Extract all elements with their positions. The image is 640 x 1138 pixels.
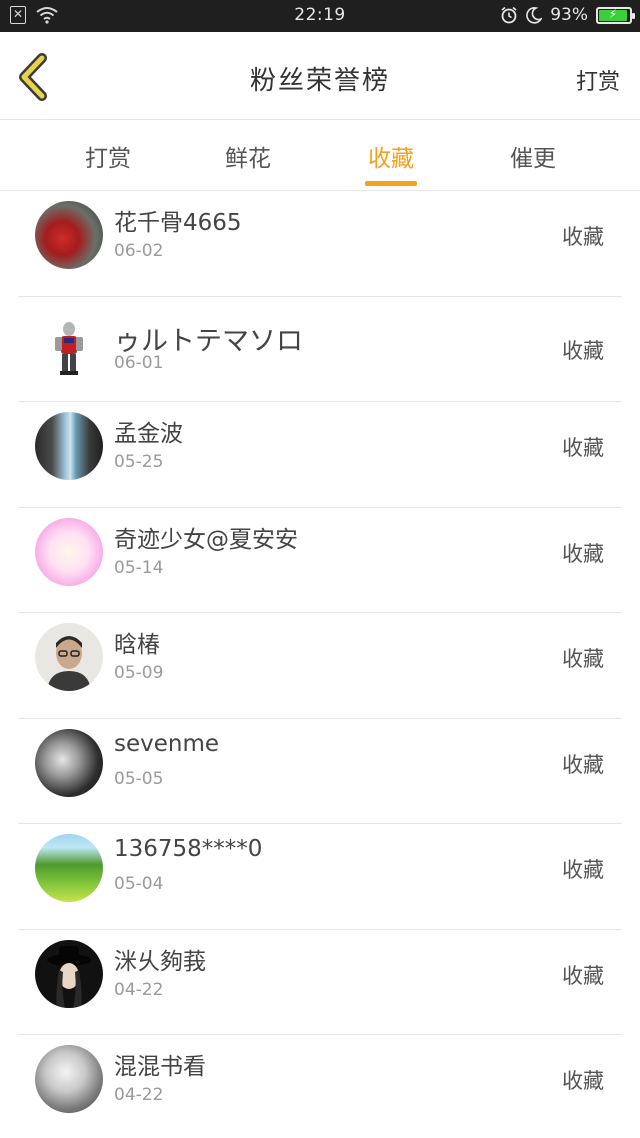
fan-date: 04-22 [114, 979, 164, 1000]
fan-name: 晗椿 [114, 632, 160, 658]
hat-person-photo-icon [47, 945, 91, 1008]
list-item[interactable]: 晗椿 05-09 收藏 [18, 613, 622, 719]
avatar [35, 517, 103, 586]
fan-name: sevenme [114, 730, 220, 757]
avatar [35, 412, 103, 480]
avatar [35, 623, 103, 691]
tab-urge-update[interactable]: 催更 [483, 139, 583, 173]
nav-bar: 粉丝荣誉榜 打赏 [0, 32, 640, 120]
fan-action: 收藏 [562, 541, 604, 566]
fan-date: 04-22 [114, 1085, 164, 1105]
tab-label: 鲜花 [225, 146, 271, 172]
fan-name: 混混书看 [114, 1054, 206, 1080]
fan-date: 05-14 [114, 557, 164, 578]
ultraman-figure-icon [55, 321, 83, 375]
avatar [35, 1045, 103, 1113]
tab-reward[interactable]: 打赏 [58, 139, 158, 173]
fan-action: 收藏 [562, 752, 604, 777]
active-tab-indicator [365, 181, 417, 186]
battery-percent: 93% [550, 5, 588, 25]
tab-flowers[interactable]: 鲜花 [198, 139, 298, 173]
status-bar: ✕ 22:19 93% ⚡ [0, 0, 640, 32]
fan-action: 收藏 [562, 436, 604, 460]
list-item[interactable]: ゥルトテマソロ 06-01 收藏 [18, 297, 622, 402]
tab-label: 催更 [510, 146, 556, 172]
fan-action: 收藏 [562, 1069, 604, 1093]
battery-charging-icon: ⚡ [596, 6, 635, 24]
tab-bar: 打赏 鲜花 收藏 催更 [0, 121, 640, 191]
tab-favorites[interactable]: 收藏 [341, 139, 441, 186]
avatar [35, 834, 103, 902]
fan-date: 05-04 [114, 874, 164, 894]
moon-icon [526, 7, 543, 24]
tab-label: 打赏 [85, 146, 131, 172]
avatar [35, 312, 103, 381]
fan-action: 收藏 [562, 963, 604, 988]
fan-action: 收藏 [562, 338, 604, 363]
fan-list: 花千骨4665 06-02 收藏 ゥルトテマソロ 06-01 收藏 孟金波 05… [0, 191, 640, 1138]
list-item[interactable]: sevenme 05-05 收藏 [18, 719, 622, 824]
list-item[interactable]: 花千骨4665 06-02 收藏 [18, 191, 622, 297]
fan-date: 06-01 [114, 352, 164, 373]
list-item[interactable]: 136758****0 05-04 收藏 [18, 824, 622, 930]
fan-action: 收藏 [562, 858, 604, 882]
alarm-icon [501, 6, 517, 24]
avatar [35, 939, 103, 1008]
fan-name: 奇迹少女@夏安安 [114, 526, 298, 553]
fan-action: 收藏 [562, 647, 604, 671]
avatar [35, 201, 103, 269]
avatar [35, 728, 103, 797]
fan-name: 孟金波 [114, 421, 183, 447]
fan-date: 05-09 [114, 663, 164, 683]
battery-level: ⚡ [599, 7, 627, 21]
fan-date: 05-25 [114, 452, 164, 472]
status-right: 93% ⚡ [500, 5, 635, 25]
fan-action: 收藏 [562, 225, 604, 249]
fan-name: 花千骨4665 [114, 210, 242, 236]
list-item[interactable]: 洣乆夠莪 04-22 收藏 [18, 930, 622, 1035]
fan-name: 136758****0 [114, 836, 263, 862]
list-item[interactable]: 奇迹少女@夏安安 05-14 收藏 [18, 508, 622, 613]
fan-date: 05-05 [114, 768, 164, 789]
fan-date: 06-02 [114, 241, 164, 261]
person-photo-icon [47, 636, 91, 691]
reward-button[interactable]: 打赏 [576, 64, 620, 96]
fan-name: 洣乆夠莪 [114, 948, 206, 975]
list-item[interactable]: 混混书看 04-22 收藏 [18, 1035, 622, 1138]
tab-label: 收藏 [368, 146, 414, 172]
list-item[interactable]: 孟金波 05-25 收藏 [18, 402, 622, 508]
page-title: 粉丝荣誉榜 [249, 66, 390, 96]
